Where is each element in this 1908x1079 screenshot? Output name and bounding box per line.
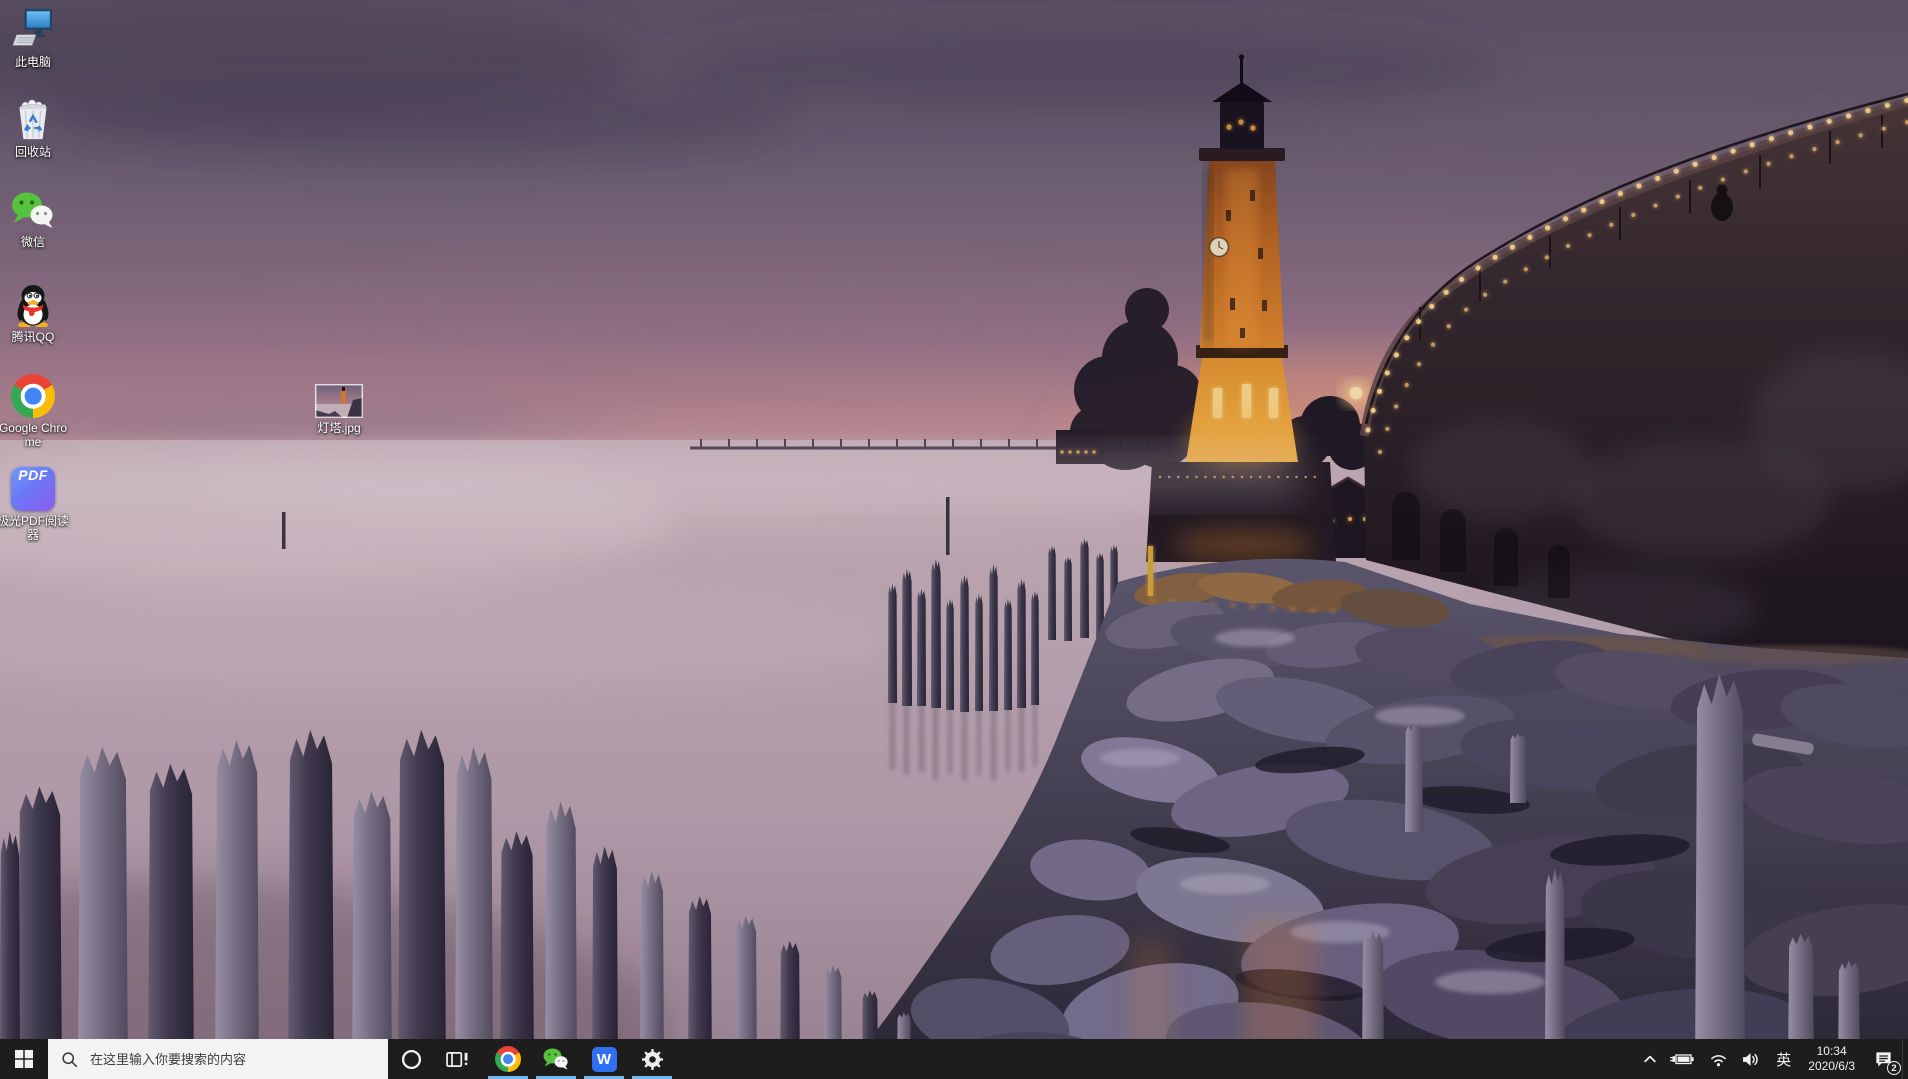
- desktop-icon-label: 回收站: [0, 145, 72, 159]
- wps-icon: W: [592, 1047, 617, 1072]
- desktop-icon-wechat[interactable]: 微信: [0, 190, 72, 249]
- wechat-icon: [542, 1047, 570, 1072]
- date-text: 2020/6/3: [1808, 1059, 1855, 1074]
- recycle-bin-icon: [10, 96, 56, 142]
- desktop-icon-google-chrome[interactable]: Google Chrome: [0, 374, 72, 449]
- taskbar-settings-button[interactable]: [628, 1039, 676, 1079]
- windows-logo-icon: [15, 1050, 33, 1068]
- ime-label: 英: [1776, 1049, 1791, 1070]
- cortana-icon: [401, 1049, 422, 1070]
- speaker-icon: [1742, 1052, 1761, 1067]
- time-text: 10:34: [1817, 1044, 1847, 1059]
- desktop-icon-recycle-bin[interactable]: 回收站: [0, 96, 72, 159]
- chevron-up-icon: [1644, 1055, 1656, 1063]
- task-view-button[interactable]: [434, 1039, 480, 1079]
- qq-icon: [10, 281, 56, 327]
- desktop-icon-this-pc[interactable]: 此电脑: [0, 6, 72, 69]
- desktop-icon-label: 微信: [0, 235, 72, 249]
- taskbar: W 英 10:34 2020/6/3: [0, 1039, 1908, 1079]
- this-pc-icon: [10, 6, 56, 52]
- input-method-indicator[interactable]: 英: [1768, 1039, 1799, 1079]
- taskbar-wechat-button[interactable]: [532, 1039, 580, 1079]
- notification-badge: 2: [1887, 1061, 1901, 1075]
- taskbar-wps-button[interactable]: W: [580, 1039, 628, 1079]
- desktop-icon-label: 此电脑: [0, 55, 72, 69]
- desktop: 此电脑 回收站 微信 腾讯QQ Google Chrome PDF 极光PDF阅…: [0, 0, 1908, 1079]
- battery-charging-icon: [1670, 1052, 1695, 1066]
- pdf-icon-text: PDF: [18, 467, 48, 483]
- file-label: 灯塔.jpg: [300, 421, 378, 435]
- hidden-icons-button[interactable]: [1637, 1039, 1663, 1079]
- volume-button[interactable]: [1735, 1039, 1768, 1079]
- show-desktop-button[interactable]: [1902, 1039, 1908, 1079]
- desktop-file-lighthouse-jpg[interactable]: 灯塔.jpg: [300, 384, 378, 435]
- chrome-icon: [495, 1046, 521, 1072]
- image-thumbnail-icon: [315, 384, 363, 418]
- network-button[interactable]: [1702, 1039, 1735, 1079]
- pdf-reader-icon: PDF: [11, 467, 55, 511]
- search-input[interactable]: [88, 1051, 375, 1068]
- taskbar-chrome-button[interactable]: [484, 1039, 532, 1079]
- desktop-icon-pdf-reader[interactable]: PDF 极光PDF阅读器: [0, 467, 72, 542]
- wechat-icon: [10, 190, 56, 232]
- cortana-button[interactable]: [388, 1039, 434, 1079]
- wifi-icon: [1709, 1052, 1728, 1067]
- chrome-icon: [11, 374, 55, 418]
- action-center-button[interactable]: 2: [1864, 1039, 1902, 1079]
- search-box[interactable]: [48, 1039, 388, 1079]
- task-view-icon: [446, 1050, 469, 1069]
- system-tray: 英 10:34 2020/6/3 2: [1637, 1039, 1908, 1079]
- desktop-icon-tencent-qq[interactable]: 腾讯QQ: [0, 281, 72, 344]
- desktop-icon-label: Google Chrome: [0, 421, 72, 449]
- battery-button[interactable]: [1663, 1039, 1702, 1079]
- gear-icon: [641, 1048, 664, 1071]
- start-button[interactable]: [0, 1039, 48, 1079]
- search-icon: [61, 1051, 78, 1068]
- wallpaper-lighthouse-dusk: [0, 0, 1908, 1079]
- clock[interactable]: 10:34 2020/6/3: [1799, 1039, 1864, 1079]
- wps-icon-text: W: [597, 1052, 611, 1067]
- desktop-icon-label: 极光PDF阅读器: [0, 514, 72, 542]
- desktop-icon-label: 腾讯QQ: [0, 330, 72, 344]
